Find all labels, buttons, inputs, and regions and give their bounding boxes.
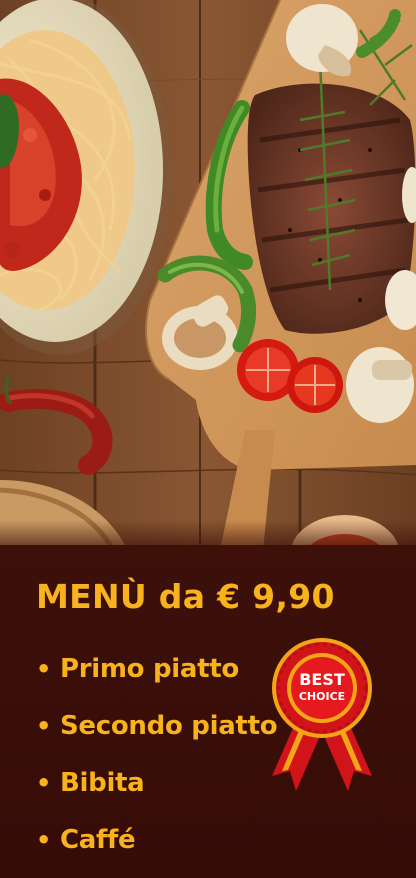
menu-item: • Bibita (36, 754, 277, 811)
photo-fade (0, 520, 416, 560)
menu-flyer: MENÙ da € 9,90 • Primo piatto • Secondo … (0, 0, 416, 878)
menu-item: • Caffé (36, 811, 277, 868)
menu-item-label: Bibita (60, 767, 145, 798)
bullet-icon: • (36, 711, 52, 740)
bullet-icon: • (36, 825, 52, 854)
menu-item-label: Caffé (60, 824, 136, 855)
badge-text-best: BEST (299, 670, 345, 689)
badge-text-choice: CHOICE (299, 690, 345, 703)
menu-item: • Secondo piatto (36, 697, 278, 754)
menu-item-label: Secondo piatto (60, 710, 278, 741)
menu-items-list: • Primo piatto • Secondo piatto • Bibita… (36, 640, 278, 868)
menu-price-headline: MENÙ da € 9,90 (36, 577, 335, 616)
best-choice-badge: BEST CHOICE (268, 636, 376, 806)
food-photo (0, 0, 416, 560)
menu-item: • Primo piatto (36, 640, 277, 697)
bullet-icon: • (36, 654, 52, 683)
menu-item-label: Primo piatto (60, 653, 239, 684)
bullet-icon: • (36, 768, 52, 797)
